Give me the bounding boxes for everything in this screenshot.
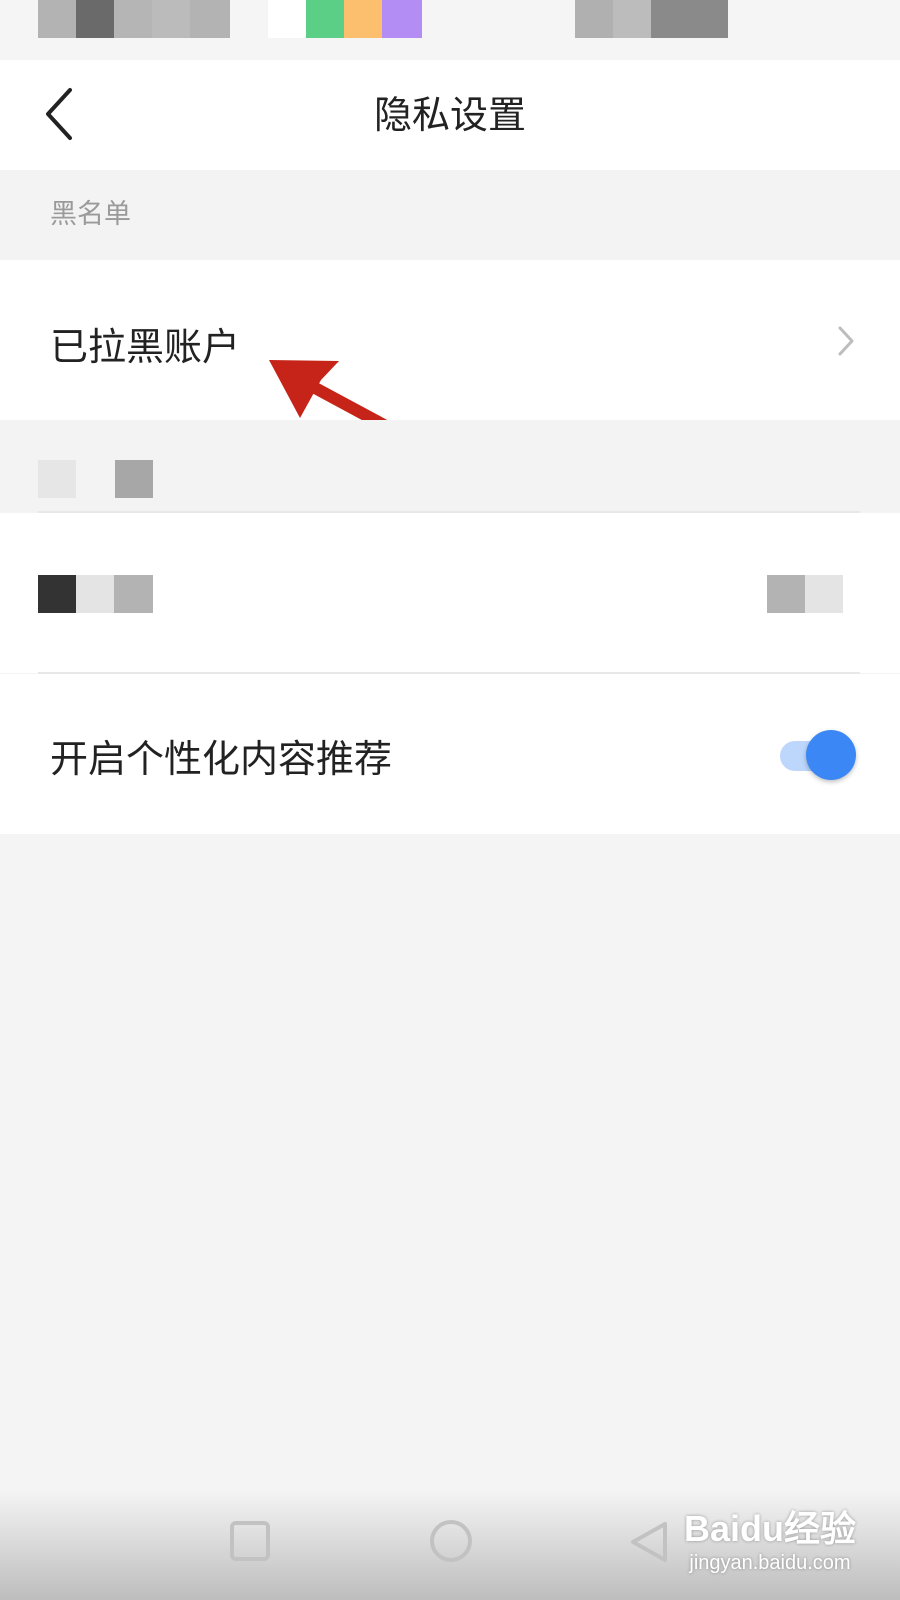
toggle-knob bbox=[806, 730, 856, 780]
blurred-section-header bbox=[0, 420, 900, 512]
blurred-block bbox=[805, 575, 843, 613]
square-icon[interactable] bbox=[229, 1520, 271, 1562]
blurred-block bbox=[114, 575, 153, 613]
baidu-jingyan-watermark: Baidu经验 jingyan.baidu.com bbox=[684, 1500, 856, 1575]
blurred-status-block bbox=[268, 0, 306, 38]
watermark-url: jingyan.baidu.com bbox=[689, 1552, 851, 1574]
blurred-block bbox=[38, 460, 76, 498]
triangle-back-icon[interactable] bbox=[628, 1520, 670, 1564]
blurred-status-block bbox=[190, 0, 230, 38]
page-title: 隐私设置 bbox=[373, 93, 526, 137]
blurred-status-block bbox=[152, 0, 190, 38]
app-header: 隐私设置 bbox=[0, 60, 900, 170]
blurred-status-block bbox=[344, 0, 382, 38]
blurred-block bbox=[767, 575, 805, 613]
chevron-left-icon bbox=[46, 88, 72, 140]
blurred-status-block bbox=[306, 0, 344, 38]
blocked-accounts-row[interactable]: 已拉黑账户 bbox=[0, 260, 900, 420]
personalized-recommendation-label: 开启个性化内容推荐 bbox=[50, 737, 393, 781]
blurred-status-block bbox=[38, 0, 76, 38]
blurred-status-block bbox=[575, 0, 613, 38]
blurred-block bbox=[38, 575, 76, 613]
circle-icon[interactable] bbox=[428, 1518, 474, 1564]
blurred-block bbox=[76, 575, 114, 613]
blurred-status-block bbox=[613, 0, 651, 38]
blurred-settings-row[interactable] bbox=[0, 513, 900, 673]
section-label: 黑名单 bbox=[50, 199, 131, 230]
blurred-block bbox=[115, 460, 153, 498]
personalized-recommendation-toggle[interactable] bbox=[774, 729, 858, 781]
blurred-status-block bbox=[76, 0, 114, 38]
personalized-recommendation-row: 开启个性化内容推荐 bbox=[0, 674, 900, 834]
section-header-blacklist: 黑名单 bbox=[0, 170, 900, 260]
blocked-accounts-label: 已拉黑账户 bbox=[50, 325, 241, 369]
status-bar bbox=[0, 0, 900, 60]
blurred-status-block bbox=[651, 0, 728, 38]
chevron-right-icon bbox=[838, 326, 854, 356]
back-button[interactable] bbox=[30, 78, 90, 150]
watermark-logo: Baidu经验 bbox=[683, 1508, 856, 1549]
blurred-status-block bbox=[382, 0, 422, 38]
blurred-status-block bbox=[114, 0, 152, 38]
